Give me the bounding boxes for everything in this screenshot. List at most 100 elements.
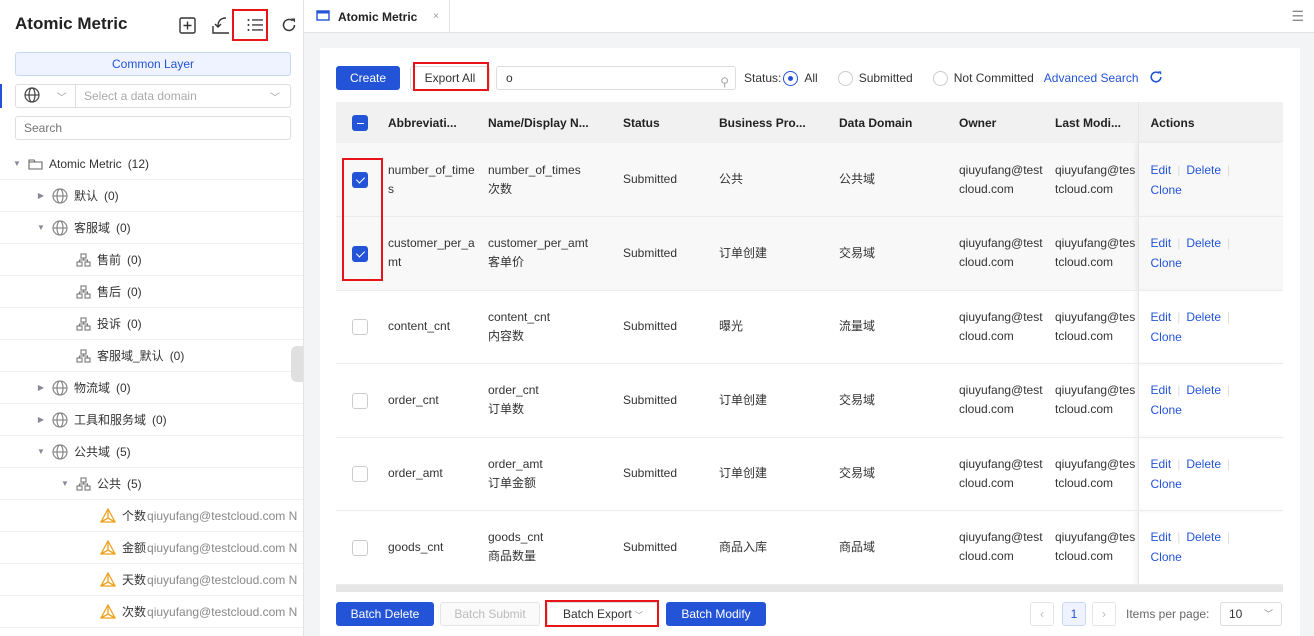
abbreviation-cell: number_of_times: [378, 143, 478, 217]
tree-node[interactable]: ▼ 公共 (5): [0, 468, 303, 500]
table-row[interactable]: customer_per_amt customer_per_amt 客单价 Sub…: [336, 216, 1283, 291]
warning-triangle-icon: [100, 540, 116, 555]
caret-right-icon[interactable]: ▶: [36, 383, 46, 392]
caret-down-icon[interactable]: ▼: [36, 447, 46, 456]
delete-link[interactable]: Delete: [1186, 236, 1221, 250]
tree-node-label: 工具和服务域: [74, 413, 147, 427]
row-checkbox[interactable]: [352, 539, 368, 556]
edit-link[interactable]: Edit: [1151, 383, 1172, 397]
metrics-table: Abbreviati... Name/Display N... Status B…: [336, 102, 1283, 585]
caret-right-icon[interactable]: ▶: [36, 415, 46, 424]
clone-link[interactable]: Clone: [1151, 403, 1182, 417]
select-all-checkbox[interactable]: [352, 114, 368, 131]
batch-export-button[interactable]: Batch Export ﹀: [547, 602, 659, 626]
sidebar-title: Atomic Metric: [15, 14, 128, 33]
name-cell: order_cnt: [488, 383, 539, 398]
tree-node[interactable]: ▼ 客服域 (0): [0, 212, 303, 244]
row-checkbox[interactable]: [352, 466, 368, 483]
column-header[interactable]: Name/Display N...: [478, 102, 613, 143]
tree-node[interactable]: ▼ 公共域 (5): [0, 436, 303, 468]
delete-link[interactable]: Delete: [1186, 457, 1221, 471]
radio-all-label[interactable]: All: [804, 71, 817, 85]
tree-search-input[interactable]: [15, 116, 291, 140]
radio-not-committed[interactable]: [932, 70, 948, 86]
tab-atomic-metric[interactable]: Atomic Metric ×: [304, 0, 450, 33]
collapse-sidebar-handle[interactable]: [291, 346, 303, 382]
column-header[interactable]: Last Modi...: [1045, 102, 1138, 143]
advanced-search-link[interactable]: Advanced Search: [1044, 71, 1139, 85]
column-header[interactable]: Data Domain: [829, 102, 949, 143]
clone-link[interactable]: Clone: [1151, 183, 1182, 197]
table-row[interactable]: number_of_times number_of_times 次数 Submit…: [336, 143, 1283, 217]
edit-link[interactable]: Edit: [1151, 236, 1172, 250]
tree-node[interactable]: 次数 qiuyufang@testcloud.com N: [0, 596, 303, 628]
create-button[interactable]: Create: [336, 66, 400, 90]
clone-link[interactable]: Clone: [1151, 330, 1182, 344]
data-domain-select[interactable]: ﹀ Select a data domain ﹀: [15, 84, 291, 108]
delete-link[interactable]: Delete: [1186, 383, 1221, 397]
row-checkbox[interactable]: [352, 392, 368, 409]
row-checkbox[interactable]: [352, 245, 368, 262]
clone-link[interactable]: Clone: [1151, 256, 1182, 270]
column-header[interactable]: Abbreviati...: [378, 102, 478, 143]
column-header[interactable]: Business Pro...: [709, 102, 829, 143]
tree-node[interactable]: ▼ Atomic Metric (12): [0, 148, 303, 180]
items-per-page-select[interactable]: 10 ﹀: [1220, 602, 1282, 626]
tree-node[interactable]: 个数 qiuyufang@testcloud.com N: [0, 500, 303, 532]
tree-node[interactable]: 客服域_默认 (0): [0, 340, 303, 372]
horizontal-scrollbar[interactable]: [336, 585, 1283, 592]
next-page-button[interactable]: ›: [1092, 602, 1116, 626]
table-row[interactable]: content_cnt content_cnt 内容数 Submitted 曝光 …: [336, 290, 1283, 364]
list-icon[interactable]: [244, 14, 266, 36]
column-header[interactable]: Owner: [949, 102, 1045, 143]
tree-node[interactable]: 售后 (0): [0, 276, 303, 308]
add-icon[interactable]: [176, 14, 198, 36]
column-header[interactable]: Status: [613, 102, 709, 143]
metric-search-input[interactable]: o ⚲: [496, 66, 736, 90]
radio-submitted[interactable]: [837, 70, 853, 86]
table-row[interactable]: goods_cnt goods_cnt 商品数量 Submitted 商品入库 商…: [336, 510, 1283, 585]
tree-node[interactable]: ▶ 工具和服务域 (0): [0, 404, 303, 436]
tree-node[interactable]: 售前 (0): [0, 244, 303, 276]
close-icon[interactable]: ×: [433, 11, 439, 22]
clone-link[interactable]: Clone: [1151, 550, 1182, 564]
tree-node[interactable]: 投诉 (0): [0, 308, 303, 340]
batch-modify-button[interactable]: Batch Modify: [666, 602, 766, 626]
edit-link[interactable]: Edit: [1151, 310, 1172, 324]
edit-link[interactable]: Edit: [1151, 163, 1172, 177]
status-cell: Submitted: [613, 437, 709, 511]
caret-down-icon[interactable]: ▼: [36, 223, 46, 232]
window-icon: [316, 9, 330, 24]
import-icon[interactable]: [210, 14, 232, 36]
radio-submitted-label[interactable]: Submitted: [859, 71, 913, 85]
batch-submit-button[interactable]: Batch Submit: [440, 602, 540, 626]
radio-not-committed-label[interactable]: Not Committed: [954, 71, 1034, 85]
tree-node[interactable]: ▶ 物流域 (0): [0, 372, 303, 404]
common-layer-button[interactable]: Common Layer: [15, 52, 291, 76]
delete-link[interactable]: Delete: [1186, 310, 1221, 324]
page-1-button[interactable]: 1: [1062, 602, 1086, 626]
batch-delete-button[interactable]: Batch Delete: [336, 602, 434, 626]
menu-icon[interactable]: ☰: [1291, 8, 1304, 25]
business-process-cell: 订单创建: [709, 437, 829, 511]
tree-node[interactable]: 天数 qiuyufang@testcloud.com N: [0, 564, 303, 596]
tree-node[interactable]: ▶ 默认 (0): [0, 180, 303, 212]
clone-link[interactable]: Clone: [1151, 477, 1182, 491]
tree-node[interactable]: 金额 qiuyufang@testcloud.com N: [0, 532, 303, 564]
export-all-button[interactable]: Export All: [410, 66, 490, 90]
delete-link[interactable]: Delete: [1186, 530, 1221, 544]
row-checkbox[interactable]: [352, 171, 368, 188]
row-checkbox[interactable]: [352, 319, 368, 336]
delete-link[interactable]: Delete: [1186, 163, 1221, 177]
refresh-icon[interactable]: [278, 14, 300, 36]
table-row[interactable]: order_amt order_amt 订单金额 Submitted 订单创建 交…: [336, 437, 1283, 511]
prev-page-button[interactable]: ‹: [1030, 602, 1054, 626]
caret-down-icon[interactable]: ▼: [60, 479, 70, 488]
refresh-icon[interactable]: [1149, 70, 1163, 87]
radio-all[interactable]: [783, 70, 799, 86]
table-row[interactable]: order_cnt order_cnt 订单数 Submitted 订单创建 交易…: [336, 363, 1283, 438]
edit-link[interactable]: Edit: [1151, 530, 1172, 544]
caret-down-icon[interactable]: ▼: [12, 159, 22, 168]
caret-right-icon[interactable]: ▶: [36, 191, 46, 200]
edit-link[interactable]: Edit: [1151, 457, 1172, 471]
